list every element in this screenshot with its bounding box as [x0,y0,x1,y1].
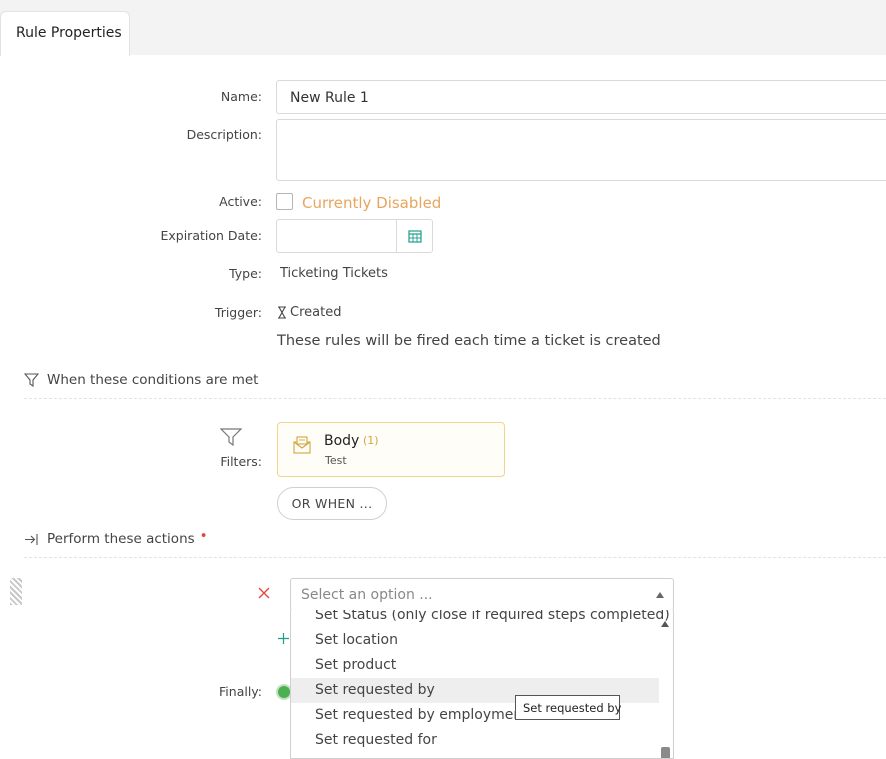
action-options-list[interactable]: Set Status (only close if required steps… [290,610,674,759]
expiration-date-input[interactable] [276,219,397,253]
filter-card-subtitle: Test [325,454,347,467]
enter-arrow-icon [25,533,38,545]
filters-funnel-icon [220,428,242,446]
trigger-label: Trigger: [214,305,262,320]
filter-card-count: (1) [363,434,379,447]
conditions-heading: When these conditions are met [24,372,258,388]
calendar-button[interactable] [396,219,433,253]
description-textarea[interactable] [276,119,886,181]
expiration-date-label: Expiration Date: [160,228,262,243]
conditions-heading-text: When these conditions are met [47,372,259,388]
filters-label: Filters: [220,454,262,469]
tab-rule-properties[interactable]: Rule Properties [0,11,130,56]
name-value: New Rule 1 [290,90,369,106]
active-checkbox[interactable] [276,193,293,210]
action-select[interactable]: Select an option ... [290,578,674,611]
type-label: Type: [229,266,262,281]
actions-heading-text: Perform these actions [47,531,195,547]
conditions-divider [24,398,886,399]
required-mark: • [199,528,208,544]
actions-heading: Perform these actions • [24,528,208,547]
remove-action-icon[interactable] [258,587,270,599]
calendar-icon [408,230,422,243]
option-item[interactable]: Set requested for [291,728,659,753]
drag-handle[interactable] [10,578,22,605]
tab-strip: Rule Properties [0,0,886,56]
add-action-icon[interactable] [278,633,289,644]
mail-icon [293,436,311,454]
actions-divider [24,557,886,558]
hourglass-icon [278,306,286,319]
tab-label: Rule Properties [16,25,122,41]
active-label: Active: [219,194,262,209]
filter-card-body[interactable]: Body (1) Test [277,422,505,477]
scroll-up-arrow-icon[interactable] [661,621,669,627]
name-input[interactable]: New Rule 1 [276,80,886,114]
trigger-value: Created [290,305,342,320]
finally-label: Finally: [219,684,262,699]
scrollbar-thumb[interactable] [661,747,670,758]
or-when-button[interactable]: OR WHEN ... [277,487,387,520]
option-item[interactable]: Set Status (only close if required steps… [291,610,670,628]
trigger-description: These rules will be fired each time a ti… [277,333,661,349]
type-value: Ticketing Tickets [280,266,388,281]
active-status-text: Currently Disabled [302,194,442,212]
option-item[interactable]: Set product [291,653,659,678]
option-item[interactable]: Set location [291,628,659,653]
description-label: Description: [186,127,262,142]
option-tooltip: Set requested by [515,695,621,720]
action-select-placeholder: Select an option ... [301,587,433,603]
name-label: Name: [220,89,262,104]
caret-up-icon [656,592,664,598]
filter-icon [24,373,39,387]
filter-card-title: Body [324,433,360,449]
